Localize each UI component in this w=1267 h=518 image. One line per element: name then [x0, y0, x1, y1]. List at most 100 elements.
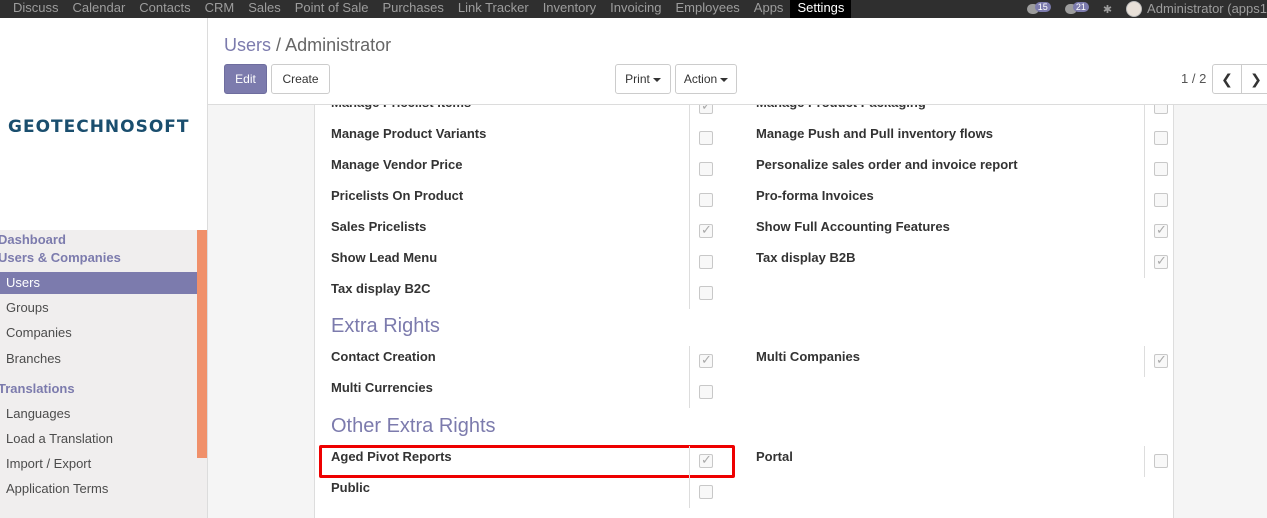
right-label-portal: Portal [756, 449, 793, 464]
right-label-manage-pricelist-items: Manage Pricelist Items [331, 105, 471, 110]
sidebar-item-users[interactable]: Users [0, 272, 197, 294]
checkbox-manage-push-and-pull-inventory-flows[interactable] [1154, 131, 1168, 145]
checkbox-manage-vendor-price[interactable] [699, 162, 713, 176]
menu-item-sales[interactable]: Sales [241, 0, 288, 18]
chevron-right-icon: ❯ [1250, 71, 1262, 87]
menu-item-crm[interactable]: CRM [198, 0, 242, 18]
checkbox-pricelists-on-product[interactable] [699, 193, 713, 207]
print-button[interactable]: Print [615, 64, 671, 94]
right-label-contact-creation: Contact Creation [331, 349, 436, 364]
right-label-tax-display-b2b: Tax display B2B [756, 250, 856, 265]
checkbox-show-full-accounting-features[interactable] [1154, 222, 1168, 238]
right-label-public: Public [331, 480, 371, 495]
menu-item-apps[interactable]: Apps [747, 0, 791, 18]
control-panel: Users / Administrator Edit Create Print … [208, 18, 1267, 105]
sidebar-item-import-export[interactable]: Import / Export [0, 453, 197, 475]
sidebar-section-users-companies[interactable]: Users & Companies [0, 250, 121, 265]
column-divider [1144, 346, 1145, 377]
action-label: Action [683, 72, 718, 86]
menu-item-point-of-sale[interactable]: Point of Sale [288, 0, 376, 18]
right-label-personalize-sales-order-and-invoice-report: Personalize sales order and invoice repo… [756, 157, 1018, 172]
chat-count-badge: 15 [1034, 2, 1051, 12]
sidebar: GEOTECHNOSOFT Dashboard Users & Companie… [0, 18, 208, 518]
logo-area: GEOTECHNOSOFT [0, 18, 207, 230]
breadcrumb: Users / Administrator [224, 35, 391, 56]
caret-down-icon [652, 77, 661, 82]
menu-item-employees[interactable]: Employees [668, 0, 746, 18]
right-label-aged-pivot-reports: Aged Pivot Reports [331, 449, 452, 464]
section-title-extra-rights: Extra Rights [331, 315, 440, 337]
sidebar-item-branches[interactable]: Branches [0, 348, 197, 370]
menu-item-discuss[interactable]: Discuss [0, 0, 66, 18]
sidebar-scrollbar[interactable] [197, 230, 207, 458]
breadcrumb-current: Administrator [285, 35, 392, 55]
right-label-pricelists-on-product: Pricelists On Product [331, 188, 464, 203]
checkbox-public[interactable] [699, 485, 713, 499]
user-menu[interactable]: Administrator (apps1 [1147, 1, 1267, 17]
column-divider [689, 446, 690, 508]
column-divider [689, 105, 690, 309]
checkbox-manage-pricelist-items[interactable] [699, 105, 713, 114]
edit-button[interactable]: Edit [224, 64, 267, 94]
column-divider [1144, 105, 1145, 278]
caret-down-icon [720, 77, 729, 82]
action-button[interactable]: Action [675, 64, 737, 94]
right-label-tax-display-b2c: Tax display B2C [331, 281, 431, 296]
right-label-manage-vendor-price: Manage Vendor Price [331, 157, 463, 172]
menu-item-invoicing[interactable]: Invoicing [603, 0, 668, 18]
activity-button[interactable]: 21 [1064, 2, 1089, 14]
company-logo: GEOTECHNOSOFT [8, 117, 190, 137]
systray: 15 21 ✱ Administrator (apps1 [1026, 0, 1267, 18]
checkbox-tax-display-b2b[interactable] [1154, 253, 1168, 269]
right-label-sales-pricelists: Sales Pricelists [331, 219, 427, 234]
create-button[interactable]: Create [271, 64, 330, 94]
chevron-left-icon: ❮ [1221, 71, 1233, 87]
checkbox-aged-pivot-reports[interactable] [699, 452, 713, 468]
sidebar-item-application-terms[interactable]: Application Terms [0, 478, 197, 500]
right-label-manage-push-and-pull-inventory-flows: Manage Push and Pull inventory flows [756, 126, 993, 141]
sidebar-item-dashboard[interactable]: Dashboard [0, 232, 66, 247]
pager-previous-button[interactable]: ❮ [1212, 64, 1242, 94]
sidebar-section-translations[interactable]: Translations [0, 381, 75, 396]
checkbox-pro-forma-invoices[interactable] [1154, 193, 1168, 207]
breadcrumb-users-link[interactable]: Users [224, 35, 271, 55]
sidebar-item-companies[interactable]: Companies [0, 322, 197, 344]
checkbox-multi-companies[interactable] [1154, 352, 1168, 368]
form-sheet: Extra Rights Other Extra Rights Manage P… [314, 105, 1174, 518]
checkbox-show-lead-menu[interactable] [699, 255, 713, 269]
pager-value[interactable]: 1 / 2 [1181, 71, 1206, 86]
checkbox-personalize-sales-order-and-invoice-report[interactable] [1154, 162, 1168, 176]
app-menu: Discuss Calendar Contacts CRM Sales Point of … [0, 0, 852, 18]
sidebar-item-languages[interactable]: Languages [0, 403, 197, 425]
pager-next-button[interactable]: ❯ [1241, 64, 1267, 94]
sidebar-item-groups[interactable]: Groups [0, 297, 197, 319]
chat-button[interactable]: 15 [1026, 2, 1051, 14]
activity-count-badge: 21 [1072, 2, 1089, 12]
checkbox-tax-display-b2c[interactable] [699, 286, 713, 300]
right-label-show-lead-menu: Show Lead Menu [331, 250, 438, 265]
checkbox-multi-currencies[interactable] [699, 385, 713, 399]
checkbox-manage-product-packaging[interactable] [1154, 105, 1168, 114]
right-label-pro-forma-invoices: Pro-forma Invoices [756, 188, 874, 203]
top-navbar: Discuss Calendar Contacts CRM Sales Point of … [0, 0, 1267, 18]
bug-icon[interactable]: ✱ [1103, 3, 1112, 16]
menu-item-link-tracker[interactable]: Link Tracker [451, 0, 536, 18]
checkbox-contact-creation[interactable] [699, 352, 713, 368]
right-label-manage-product-packaging: Manage Product Packaging [756, 105, 926, 110]
right-label-show-full-accounting-features: Show Full Accounting Features [756, 219, 950, 234]
menu-item-inventory[interactable]: Inventory [536, 0, 603, 18]
checkbox-portal[interactable] [1154, 454, 1168, 468]
checkbox-sales-pricelists[interactable] [699, 222, 713, 238]
breadcrumb-separator: / [276, 35, 282, 55]
right-label-manage-product-variants: Manage Product Variants [331, 126, 487, 141]
menu-item-calendar[interactable]: Calendar [66, 0, 133, 18]
section-title-other-extra-rights: Other Extra Rights [331, 415, 496, 437]
menu-item-settings[interactable]: Settings [790, 0, 852, 18]
print-label: Print [625, 72, 650, 86]
avatar[interactable] [1126, 1, 1143, 17]
checkbox-manage-product-variants[interactable] [699, 131, 713, 145]
menu-item-purchases[interactable]: Purchases [375, 0, 450, 18]
menu-item-contacts[interactable]: Contacts [132, 0, 197, 18]
column-divider [1144, 446, 1145, 477]
sidebar-item-load-translation[interactable]: Load a Translation [0, 428, 197, 450]
